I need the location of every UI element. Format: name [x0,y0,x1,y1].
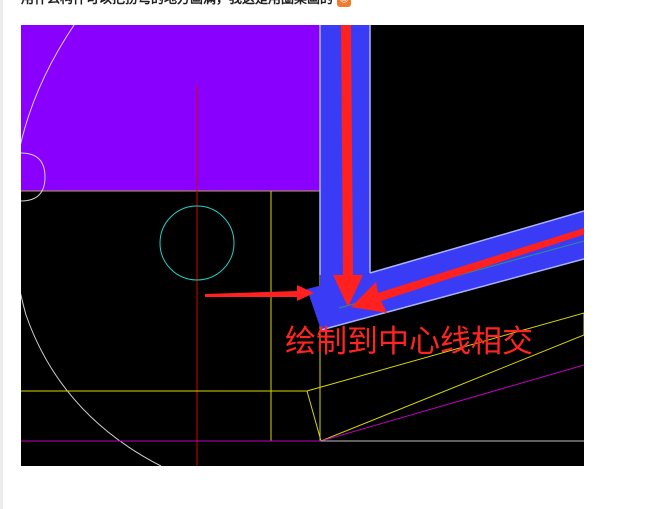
page: 用什么构件可以把扮弯的地方画满，我这是用圈梁画的 ☺ [0,0,654,509]
purple-region [21,25,320,191]
cad-screenshot: 绘制到中心线相交 [21,25,584,466]
red-arrow-horizontal [205,285,314,301]
question-text-line: 用什么构件可以把扮弯的地方画满，我这是用圈梁画的 ☺ [21,0,352,9]
left-border [0,0,3,509]
annotation-text: 绘制到中心线相交 [285,324,533,360]
cad-drawing [21,25,584,466]
emoji-icon: ☺ [337,0,352,7]
question-text: 用什么构件可以把扮弯的地方画满，我这是用圈梁画的 [21,0,333,9]
